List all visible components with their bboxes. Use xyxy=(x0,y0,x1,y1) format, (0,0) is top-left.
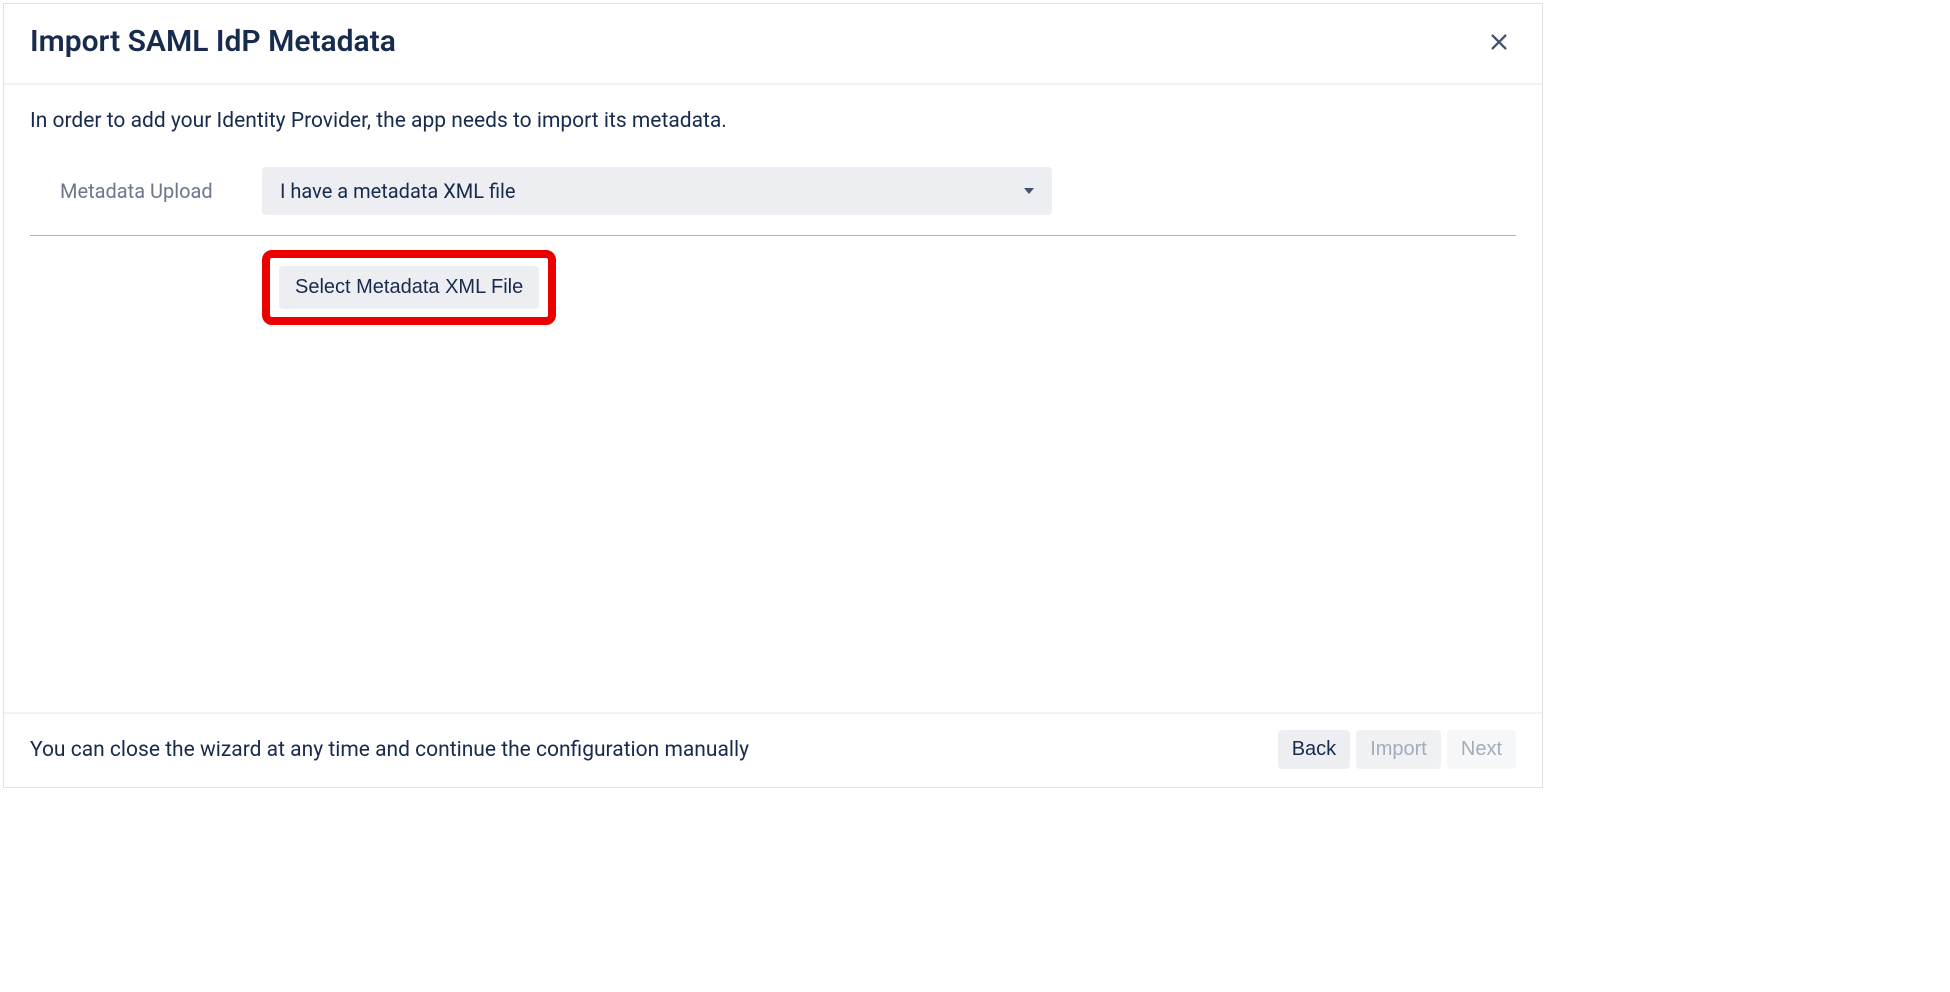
back-button[interactable]: Back xyxy=(1278,730,1350,769)
dialog-footer: You can close the wizard at any time and… xyxy=(4,712,1542,787)
dialog-header: Import SAML IdP Metadata xyxy=(4,4,1542,85)
chevron-down-icon xyxy=(1024,188,1034,194)
metadata-upload-dropdown[interactable]: I have a metadata XML file xyxy=(262,167,1052,215)
next-button[interactable]: Next xyxy=(1447,730,1516,769)
import-button[interactable]: Import xyxy=(1356,730,1441,769)
dialog-title: Import SAML IdP Metadata xyxy=(30,24,396,59)
dialog-body: In order to add your Identity Provider, … xyxy=(4,85,1542,712)
footer-actions: Back Import Next xyxy=(1278,730,1516,769)
close-button[interactable] xyxy=(1482,25,1516,59)
metadata-upload-row: Metadata Upload I have a metadata XML fi… xyxy=(30,167,1516,236)
close-icon xyxy=(1488,31,1510,53)
select-metadata-file-button[interactable]: Select Metadata XML File xyxy=(279,266,539,309)
dialog-description: In order to add your Identity Provider, … xyxy=(30,109,1516,133)
dropdown-selected-text: I have a metadata XML file xyxy=(280,179,516,203)
highlight-annotation: Select Metadata XML File xyxy=(262,250,556,325)
metadata-upload-label: Metadata Upload xyxy=(30,179,262,203)
import-saml-dialog: Import SAML IdP Metadata In order to add… xyxy=(3,3,1543,788)
footer-hint: You can close the wizard at any time and… xyxy=(30,738,749,762)
select-file-row: Select Metadata XML File xyxy=(30,236,1516,325)
